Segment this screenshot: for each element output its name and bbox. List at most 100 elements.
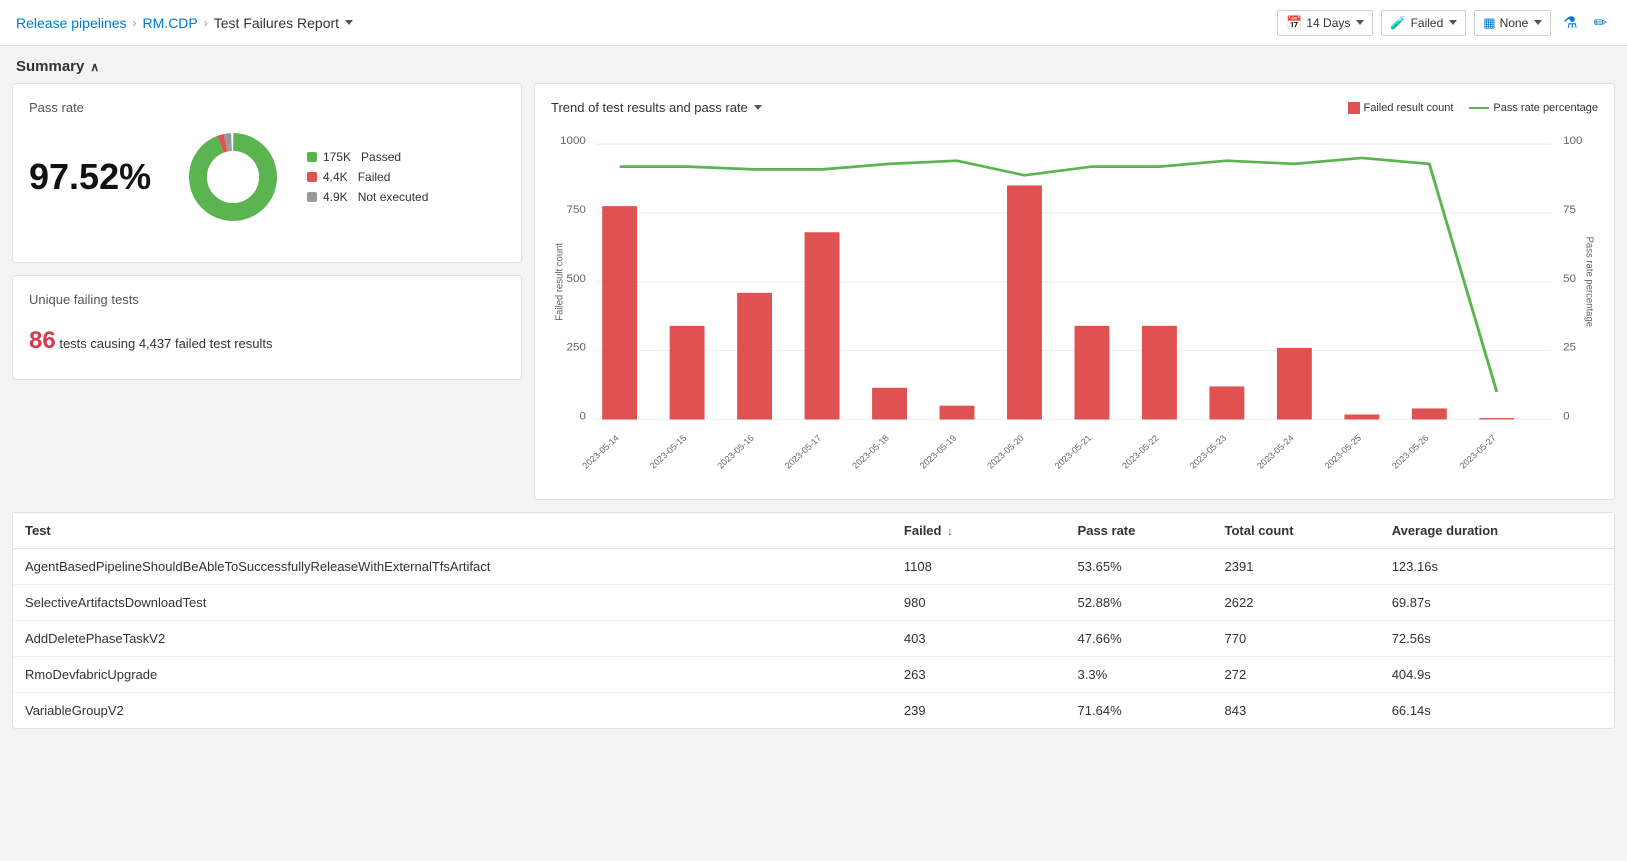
top-bar: Release pipelines › RM.CDP › Test Failur… — [0, 0, 1627, 46]
days-filter-chevron — [1356, 20, 1364, 25]
group-icon: ▦ — [1483, 15, 1495, 31]
cell-empty — [1022, 657, 1065, 693]
cell-failed: 263 — [892, 657, 1023, 693]
cell-total: 272 — [1213, 657, 1380, 693]
cell-avg-duration: 66.14s — [1380, 693, 1614, 729]
svg-text:0: 0 — [579, 411, 585, 422]
breadcrumb-sep2: › — [204, 16, 208, 30]
chart-legend-pass-rate-icon — [1469, 107, 1489, 109]
cell-test: AgentBasedPipelineShouldBeAbleToSuccessf… — [13, 549, 892, 585]
chart-title-chevron[interactable] — [754, 105, 762, 110]
legend-dot-failed — [307, 172, 317, 182]
legend-count-passed: 175K — [323, 150, 351, 164]
cell-failed: 980 — [892, 585, 1023, 621]
cell-avg-duration: 404.9s — [1380, 657, 1614, 693]
chart-area: 1000 750 500 250 0 100 75 50 25 0 Failed… — [551, 123, 1598, 483]
unique-text: tests causing 4,437 failed test results — [59, 336, 272, 351]
table-row: AgentBasedPipelineShouldBeAbleToSuccessf… — [13, 549, 1614, 585]
breadcrumb-dropdown-icon[interactable] — [345, 20, 353, 25]
cell-failed: 1108 — [892, 549, 1023, 585]
svg-text:500: 500 — [567, 273, 586, 284]
col-failed: Failed ↓ — [892, 513, 1023, 549]
svg-text:250: 250 — [567, 342, 586, 353]
pass-rate-content: 97.52% 17 — [29, 127, 505, 227]
cell-avg-duration: 72.56s — [1380, 621, 1614, 657]
svg-text:750: 750 — [567, 204, 586, 215]
table-row: RmoDevfabricUpgrade 263 3.3% 272 404.9s — [13, 657, 1614, 693]
svg-text:2023-05-27: 2023-05-27 — [1457, 433, 1498, 470]
cell-pass-rate: 52.88% — [1066, 585, 1213, 621]
breadcrumb-sep1: › — [133, 16, 137, 30]
cell-avg-duration: 69.87s — [1380, 585, 1614, 621]
cell-total: 2391 — [1213, 549, 1380, 585]
svg-text:50: 50 — [1563, 273, 1576, 284]
pass-rate-title: Pass rate — [29, 100, 505, 115]
edit-button[interactable]: ✏ — [1590, 9, 1611, 37]
svg-text:2023-05-18: 2023-05-18 — [850, 433, 891, 470]
svg-text:1000: 1000 — [560, 136, 586, 147]
svg-text:2023-05-24: 2023-05-24 — [1255, 433, 1296, 470]
table-header-row: Test Failed ↓ Pass rate Total count Aver… — [13, 513, 1614, 549]
chart-legend-area: Failed result count Pass rate percentage — [1348, 102, 1598, 114]
cell-pass-rate: 3.3% — [1066, 657, 1213, 693]
cell-avg-duration: 123.16s — [1380, 549, 1614, 585]
cell-empty — [1022, 621, 1065, 657]
svg-text:2023-05-22: 2023-05-22 — [1120, 433, 1161, 470]
table-row: VariableGroupV2 239 71.64% 843 66.14s — [13, 693, 1614, 729]
cell-test: RmoDevfabricUpgrade — [13, 657, 892, 693]
breadcrumb-release-pipelines[interactable]: Release pipelines — [16, 15, 127, 31]
col-empty — [1022, 513, 1065, 549]
group-filter-button[interactable]: ▦ None — [1474, 10, 1551, 36]
chart-card: Trend of test results and pass rate Fail… — [534, 83, 1615, 500]
days-filter-button[interactable]: 📅 14 Days — [1277, 10, 1373, 36]
svg-text:2023-05-26: 2023-05-26 — [1390, 433, 1431, 470]
summary-cards: Pass rate 97.52% — [0, 83, 1627, 512]
status-filter-button[interactable]: 🧪 Failed — [1381, 10, 1466, 36]
col-avg-duration: Average duration — [1380, 513, 1614, 549]
table-row: SelectiveArtifactsDownloadTest 980 52.88… — [13, 585, 1614, 621]
col-pass-rate: Pass rate — [1066, 513, 1213, 549]
svg-text:2023-05-21: 2023-05-21 — [1052, 433, 1093, 470]
breadcrumb-current-text: Test Failures Report — [214, 15, 339, 31]
table-section: Test Failed ↓ Pass rate Total count Aver… — [12, 512, 1615, 729]
cell-pass-rate: 71.64% — [1066, 693, 1213, 729]
table-row: AddDeletePhaseTaskV2 403 47.66% 770 72.5… — [13, 621, 1614, 657]
svg-text:Failed result count: Failed result count — [554, 243, 566, 321]
status-filter-label: Failed — [1411, 16, 1444, 30]
main-filter-button[interactable]: ⚗ — [1559, 9, 1581, 37]
group-filter-label: None — [1500, 16, 1529, 30]
chart-legend-pass-rate-label: Pass rate percentage — [1493, 102, 1598, 114]
group-filter-chevron — [1534, 20, 1542, 25]
summary-chevron: ∧ — [90, 60, 99, 74]
svg-text:2023-05-16: 2023-05-16 — [715, 433, 756, 470]
cell-empty — [1022, 693, 1065, 729]
legend-dot-passed — [307, 152, 317, 162]
days-filter-label: 14 Days — [1306, 16, 1350, 30]
sort-icon[interactable]: ↓ — [947, 526, 953, 538]
cell-failed: 403 — [892, 621, 1023, 657]
legend-label-passed: Passed — [361, 150, 401, 164]
cell-total: 2622 — [1213, 585, 1380, 621]
status-filter-chevron — [1449, 20, 1457, 25]
breadcrumb-rm-cdp[interactable]: RM.CDP — [143, 15, 198, 31]
svg-text:2023-05-15: 2023-05-15 — [648, 433, 689, 470]
col-test: Test — [13, 513, 892, 549]
unique-failing-content: 86 tests causing 4,437 failed test resul… — [29, 319, 505, 363]
legend-label-not-executed: Not executed — [358, 190, 429, 204]
col-total: Total count — [1213, 513, 1380, 549]
svg-text:2023-05-17: 2023-05-17 — [783, 433, 824, 470]
legend-not-executed: 4.9K Not executed — [307, 190, 428, 204]
summary-header[interactable]: Summary ∧ — [0, 46, 1627, 83]
svg-text:2023-05-14: 2023-05-14 — [580, 433, 621, 470]
pass-rate-value: 97.52% — [29, 156, 159, 198]
unique-failing-title: Unique failing tests — [29, 292, 505, 307]
chart-title: Trend of test results and pass rate — [551, 100, 748, 115]
cell-total: 770 — [1213, 621, 1380, 657]
chart-title-row: Trend of test results and pass rate Fail… — [551, 100, 1598, 115]
svg-text:75: 75 — [1563, 204, 1576, 215]
chart-legend-pass-rate: Pass rate percentage — [1469, 102, 1598, 114]
breadcrumb-current: Test Failures Report — [214, 15, 353, 31]
left-panel: Pass rate 97.52% — [12, 83, 522, 500]
unique-failing-card: Unique failing tests 86 tests causing 4,… — [12, 275, 522, 380]
unique-count: 86 — [29, 327, 56, 354]
